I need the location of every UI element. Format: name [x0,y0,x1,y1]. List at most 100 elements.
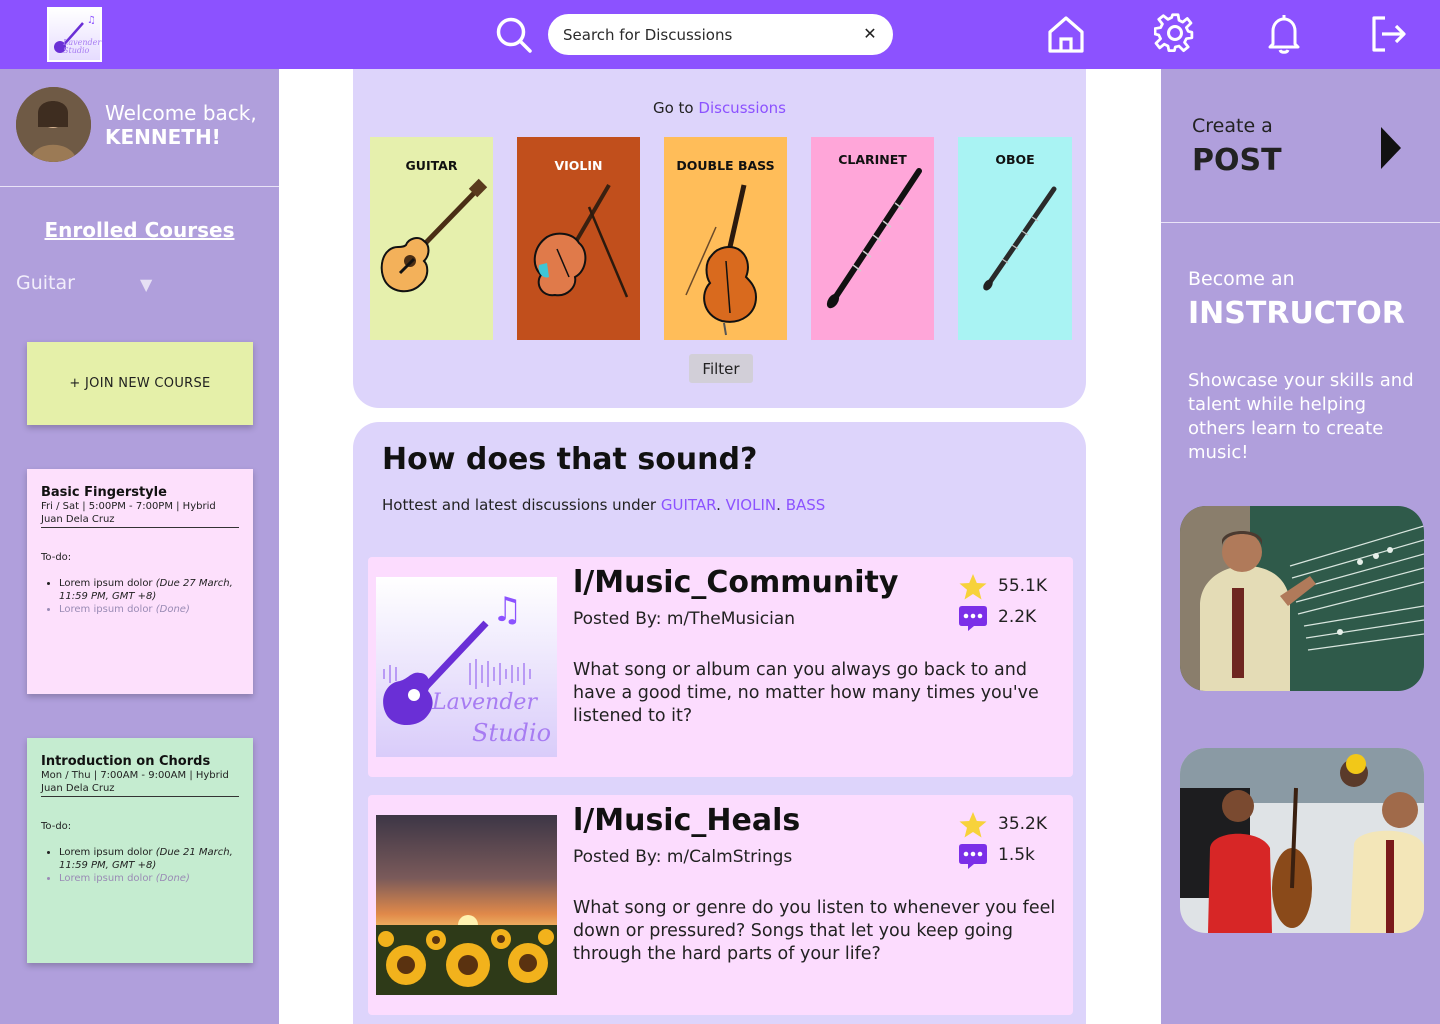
home-icon[interactable] [1045,13,1087,55]
left-sidebar: Welcome back, KENNETH! Enrolled Courses … [0,69,279,1024]
discussions-link[interactable]: Discussions [698,99,786,117]
discussion-post[interactable]: ♫ Lavender Studio l/Music_Community Post… [368,557,1073,777]
post-author: Posted By: m/TheMusician [573,609,796,629]
post-body: What song or album can you always go bac… [573,660,1039,726]
todo-item[interactable]: Lorem ipsum dolor (Due 21 March, 11:59 P… [59,846,239,872]
todo-item-done[interactable]: Lorem ipsum dolor (Done) [59,872,239,885]
instrument-card-double-bass[interactable]: DOUBLE BASS [664,137,787,340]
instrument-card-clarinet[interactable]: CLARINET [811,137,934,340]
join-new-course-button[interactable]: + JOIN NEW COURSE [27,342,253,425]
welcome-greeting: Welcome back, [105,101,257,125]
svg-text:Lavender: Lavender [431,690,538,715]
instructor-description: Showcase your skills and talent while he… [1188,370,1414,463]
todo-item-text: Lorem ipsum dolor [59,873,153,884]
post-stars[interactable]: 55.1K [958,573,1068,601]
todo-status: (Done) [155,873,190,884]
todo-item-text: Lorem ipsum dolor [59,578,153,589]
post-comments[interactable]: 1.5k [958,842,1068,870]
post-author: Posted By: m/CalmStrings [573,847,793,867]
instrument-card-violin[interactable]: VIOLIN [517,137,640,340]
course-schedule: Fri / Sat | 5:00PM - 7:00PM | Hybrid [41,501,216,512]
tag-violin-link[interactable]: VIOLIN [726,496,777,514]
todo-item-done[interactable]: Lorem ipsum dolor (Done) [59,603,239,616]
logout-icon[interactable] [1368,13,1410,55]
profile-panel: Welcome back, KENNETH! [0,69,279,187]
search-input[interactable] [563,14,853,55]
filter-button[interactable]: Filter [689,354,753,383]
tag-bass-link[interactable]: BASS [786,496,826,514]
clarinet-icon [826,168,922,309]
todo-item[interactable]: Lorem ipsum dolor (Due 27 March, 11:59 P… [59,577,239,603]
create-post-button[interactable]: Create a POST [1161,69,1440,223]
search-icon[interactable] [494,15,534,55]
user-name: KENNETH! [105,125,221,149]
become-instructor-small-label: Become an [1188,268,1295,290]
post-stars[interactable]: 35.2K [958,811,1068,839]
discussions-navigator: Go to Discussions GUITAR VIOLIN DOUBLE B… [353,69,1086,408]
svg-text:♫: ♫ [87,15,96,26]
discussion-post[interactable]: l/Music_Heals Posted By: m/CalmStrings W… [368,795,1073,1015]
welcome-text: Welcome back, KENNETH! [105,101,257,149]
todo-status: (Done) [155,604,190,615]
stars-count: 35.2K [998,814,1047,834]
right-sidebar: Create a POST Become an INSTRUCTOR Showc… [1161,69,1440,1024]
post-community[interactable]: l/Music_Heals [573,803,800,838]
post-image [376,815,557,995]
todo-label: To-do: [41,552,72,563]
instrument-card-guitar[interactable]: GUITAR [370,137,493,340]
divider [41,527,239,528]
stars-count: 55.1K [998,576,1047,596]
bell-icon[interactable] [1263,13,1305,55]
course-card[interactable]: Basic Fingerstyle Fri / Sat | 5:00PM - 7… [27,469,253,694]
course-card[interactable]: Introduction on Chords Mon / Thu | 7:00A… [27,738,253,963]
comments-count: 2.2K [998,607,1037,627]
double-bass-icon [685,184,758,336]
clear-search-icon[interactable]: ✕ [861,25,879,43]
tag-guitar-link[interactable]: GUITAR [661,496,716,514]
course-instructor: Juan Dela Cruz [41,783,115,794]
top-bar: ♫ Lavender Studio ✕ [0,0,1440,69]
become-instructor-link[interactable]: INSTRUCTOR [1188,296,1405,331]
course-title: Basic Fingerstyle [41,485,167,500]
star-icon [959,574,987,600]
post-community[interactable]: l/Music_Community [573,565,898,600]
svg-text:Studio: Studio [472,719,551,747]
instructor-photo-chalkboard [1180,506,1424,691]
enrolled-courses-link[interactable]: Enrolled Courses [0,218,279,242]
app-logo[interactable]: ♫ Lavender Studio [47,7,102,62]
course-instructor: Juan Dela Cruz [41,514,115,525]
avatar-photo [16,87,91,162]
feed-subtitle: Hottest and latest discussions under GUI… [382,496,825,514]
search-box: ✕ [548,14,893,55]
post-image: ♫ Lavender Studio [376,577,557,757]
post-comments[interactable]: 2.2K [958,604,1068,632]
comments-count: 1.5k [998,845,1035,865]
chevron-down-icon: ▼ [140,275,153,294]
tag-separator: . [776,496,781,514]
star-icon [959,812,987,838]
create-post-label: POST [1192,143,1282,178]
sunflower-photo [376,815,557,995]
logo-text: Lavender Studio [63,38,102,55]
svg-text:♫: ♫ [492,590,522,630]
comment-icon [959,844,987,869]
todo-list: Lorem ipsum dolor (Due 21 March, 11:59 P… [41,846,239,885]
todo-item-text: Lorem ipsum dolor [59,847,153,858]
avatar[interactable] [16,87,91,162]
feed-title: How does that sound? [382,442,758,477]
arrow-right-icon [1381,127,1401,169]
gear-icon[interactable] [1154,13,1196,55]
feed-subtitle-text: Hottest and latest discussions under [382,496,657,514]
goto-discussions: Go to Discussions [353,99,1086,117]
tag-separator: . [716,496,721,514]
post-body: What song or genre do you listen to when… [573,898,1056,964]
course-dropdown-value: Guitar [16,272,75,294]
oboe-icon [983,186,1057,291]
guitar-icon [380,178,488,293]
comment-icon [959,606,987,631]
todo-list: Lorem ipsum dolor (Due 27 March, 11:59 P… [41,577,239,616]
todo-item-text: Lorem ipsum dolor [59,604,153,615]
instrument-card-oboe[interactable]: OBOE [958,137,1072,340]
teacher-chalkboard-image [1180,506,1424,691]
course-dropdown[interactable]: Guitar ▼ [16,272,166,300]
